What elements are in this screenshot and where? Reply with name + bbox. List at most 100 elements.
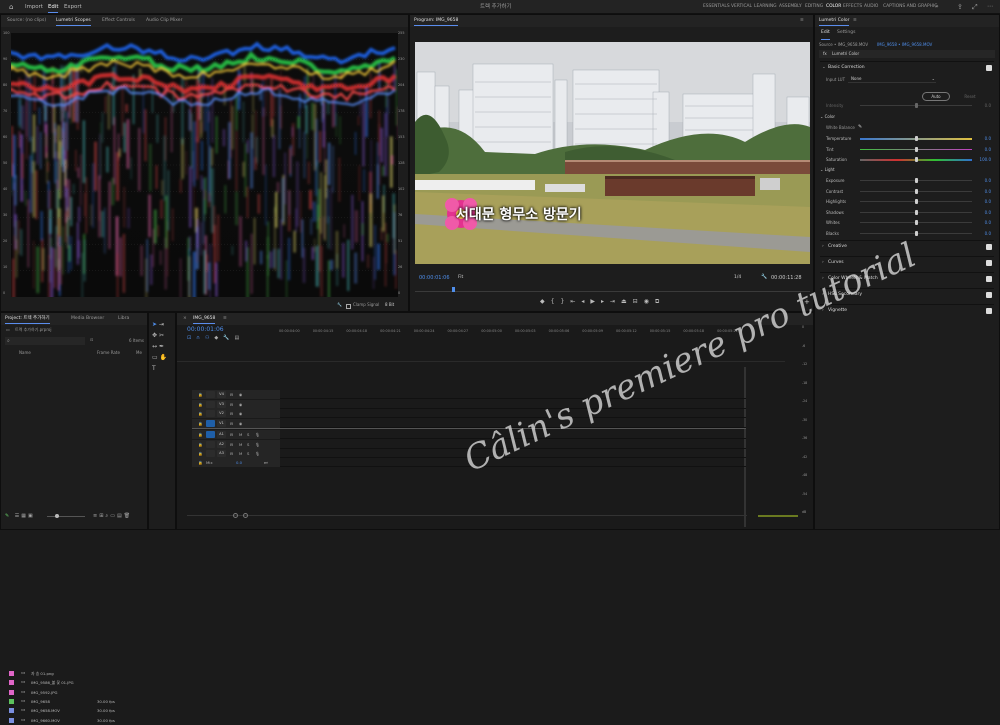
timeline-timecode[interactable]: 00:00:01:06 bbox=[187, 326, 224, 333]
workspace-vertical[interactable]: VERTICAL bbox=[731, 0, 752, 14]
selection-tool-icon[interactable]: ➤ bbox=[152, 321, 157, 328]
nest-icon[interactable]: ⊡ bbox=[187, 335, 196, 341]
project-item[interactable]: ▭ IMG_9658 30.00 fps bbox=[7, 697, 147, 706]
column-name[interactable]: Name bbox=[19, 350, 31, 355]
workspace-editing[interactable]: EDITING bbox=[805, 0, 823, 14]
overflow-icon[interactable]: ⋯ bbox=[987, 0, 993, 14]
new-item-icon[interactable]: ▤ bbox=[117, 513, 124, 519]
hand-tool-icon[interactable]: ✋ bbox=[160, 354, 167, 361]
sync-lock-icon[interactable]: ⊟ bbox=[230, 409, 233, 418]
track-target[interactable] bbox=[206, 400, 215, 408]
tab-audio-clip-mixer[interactable]: Audio Clip Mixer bbox=[146, 15, 182, 27]
intensity-slider[interactable]: Intensity 0.0 bbox=[826, 101, 991, 110]
column-frame-rate[interactable]: Frame Rate bbox=[97, 350, 120, 355]
clamp-checkbox[interactable] bbox=[346, 304, 351, 309]
slider-saturation[interactable]: Saturation 100.0 bbox=[826, 155, 991, 164]
track-select-tool-icon[interactable]: ⇥ bbox=[159, 321, 164, 328]
workspace-color[interactable]: COLOR bbox=[826, 0, 841, 14]
slip-tool-icon[interactable]: ↔ bbox=[152, 343, 157, 350]
pencil-icon[interactable]: ✎ bbox=[5, 513, 11, 519]
nav-export[interactable]: Export bbox=[64, 0, 82, 14]
lock-icon[interactable]: 🔒 bbox=[198, 419, 203, 428]
solo-button[interactable]: S bbox=[247, 440, 249, 449]
project-item[interactable]: ▭ IMG_9592.JPG bbox=[7, 688, 147, 697]
sequence-menu-icon[interactable]: ≡ bbox=[223, 313, 227, 325]
tab-project[interactable]: Project: 트렉 추가하기 bbox=[5, 313, 50, 325]
project-item[interactable]: ▭ IMG_9658.MOV 30.00 fps bbox=[7, 706, 147, 715]
lock-icon[interactable]: 🔒 bbox=[198, 440, 203, 449]
video-track[interactable]: 🔒 V4 ⊟ ◉ bbox=[192, 390, 746, 399]
export-frame-icon[interactable]: ◉ bbox=[644, 298, 655, 305]
workspace-effects[interactable]: EFFECTS bbox=[843, 0, 862, 14]
timeline-horizontal-scroll[interactable] bbox=[187, 515, 747, 516]
in-point-icon[interactable]: { bbox=[551, 298, 561, 305]
track-label[interactable]: V2 bbox=[217, 410, 226, 417]
mute-button[interactable]: M bbox=[239, 449, 242, 458]
mix-value[interactable]: 0.0 bbox=[236, 458, 242, 467]
video-track[interactable]: 🔒 V2 ⊟ ◉ bbox=[192, 409, 746, 418]
pen-tool-icon[interactable]: ✒ bbox=[159, 343, 164, 350]
icon-view-icon[interactable]: ▦ bbox=[21, 513, 28, 519]
bit-depth-select[interactable]: 8 Bit bbox=[385, 302, 394, 307]
type-tool-icon[interactable]: T bbox=[152, 365, 156, 372]
track-target[interactable] bbox=[206, 450, 215, 457]
project-item[interactable]: ▭ IMG_9586_불 꽃 01.JPG bbox=[7, 678, 147, 687]
zoom-slider[interactable] bbox=[47, 516, 85, 517]
program-timecode[interactable]: 00:00:01:06 bbox=[419, 275, 450, 281]
mute-button[interactable]: M bbox=[239, 440, 242, 449]
project-item[interactable]: ▭ IMG_9660.MOV 30.00 fps bbox=[7, 716, 147, 725]
tab-media-browser[interactable]: Media Browser bbox=[71, 313, 104, 325]
eye-icon[interactable]: ◉ bbox=[239, 390, 242, 399]
audio-track[interactable]: 🔒 A3 ⊟ M S 🎙 bbox=[192, 449, 746, 458]
sync-lock-icon[interactable]: ⊟ bbox=[230, 449, 233, 458]
slider-blacks[interactable]: Blacks 0.0 bbox=[826, 229, 991, 238]
out-point-icon[interactable]: } bbox=[560, 298, 570, 305]
lock-icon[interactable]: 🔒 bbox=[198, 400, 203, 409]
track-label[interactable]: V3 bbox=[217, 400, 226, 408]
extract-icon[interactable]: ⊟ bbox=[633, 298, 644, 305]
skip-end-icon[interactable]: ⏭ bbox=[264, 458, 267, 467]
workspace-learning[interactable]: LEARNING bbox=[754, 0, 777, 14]
tab-effect-controls[interactable]: Effect Controls bbox=[102, 15, 135, 27]
razor-tool-icon[interactable]: ✂ bbox=[159, 332, 164, 339]
tab-source[interactable]: Source: (no clips) bbox=[7, 15, 46, 27]
zoom-slider-knob[interactable] bbox=[55, 514, 59, 518]
track-label[interactable]: A3 bbox=[217, 450, 226, 457]
lock-icon[interactable]: 🔒 bbox=[198, 409, 203, 418]
track-label[interactable]: V1 bbox=[217, 419, 226, 427]
program-title[interactable]: Program: IMG_9658 bbox=[414, 15, 459, 27]
workspace-audio[interactable]: AUDIO bbox=[864, 0, 878, 14]
more-workspaces-icon[interactable]: » bbox=[935, 0, 939, 14]
track-target[interactable] bbox=[206, 431, 215, 438]
tab-libraries[interactable]: Libra bbox=[118, 313, 129, 325]
time-ruler[interactable]: 00:00:04:00 00:00:04:15 00:00:04:18 00:00:0… bbox=[279, 329, 749, 339]
trash-icon[interactable]: 🗑 bbox=[124, 513, 132, 519]
nav-edit[interactable]: Edit bbox=[48, 0, 59, 14]
fullscreen-icon[interactable]: ⤢ bbox=[972, 0, 978, 14]
mic-icon[interactable]: 🎙 bbox=[255, 440, 260, 449]
lumetri-title[interactable]: Lumetri Color bbox=[819, 15, 850, 27]
slider-tint[interactable]: Tint 0.0 bbox=[826, 145, 991, 154]
step-forward-icon[interactable]: ▸ bbox=[601, 298, 610, 305]
slider-temperature[interactable]: Temperature 0.0 bbox=[826, 134, 991, 143]
program-playhead[interactable] bbox=[452, 287, 455, 292]
ripple-edit-tool-icon[interactable]: ✥ bbox=[152, 332, 157, 339]
slider-contrast[interactable]: Contrast 0.0 bbox=[826, 187, 991, 196]
track-label[interactable]: A2 bbox=[217, 440, 226, 448]
slider-whites[interactable]: Whites 0.0 bbox=[826, 218, 991, 227]
tab-edit[interactable]: Edit bbox=[821, 27, 830, 40]
program-scrub-bar[interactable] bbox=[415, 291, 810, 292]
slider-shadows[interactable]: Shadows 0.0 bbox=[826, 208, 991, 217]
input-lut-select[interactable]: None ⌄ bbox=[848, 75, 936, 83]
eye-icon[interactable]: ◉ bbox=[239, 409, 242, 418]
sync-lock-icon[interactable]: ⊟ bbox=[230, 390, 233, 399]
close-sequence-icon[interactable]: × bbox=[183, 313, 187, 325]
slider-exposure[interactable]: Exposure 0.0 bbox=[826, 176, 991, 185]
audio-track[interactable]: 🔒 A2 ⊟ M S 🎙 bbox=[192, 439, 746, 449]
lock-icon[interactable]: 🔒 bbox=[198, 430, 203, 439]
tab-settings[interactable]: Settings bbox=[837, 27, 855, 39]
workspace-essentials[interactable]: ESSENTIALS bbox=[703, 0, 730, 14]
label-color-swatch[interactable] bbox=[9, 717, 14, 723]
mute-button[interactable]: M bbox=[239, 430, 242, 439]
wrench-icon[interactable]: 🔧 bbox=[337, 302, 342, 307]
